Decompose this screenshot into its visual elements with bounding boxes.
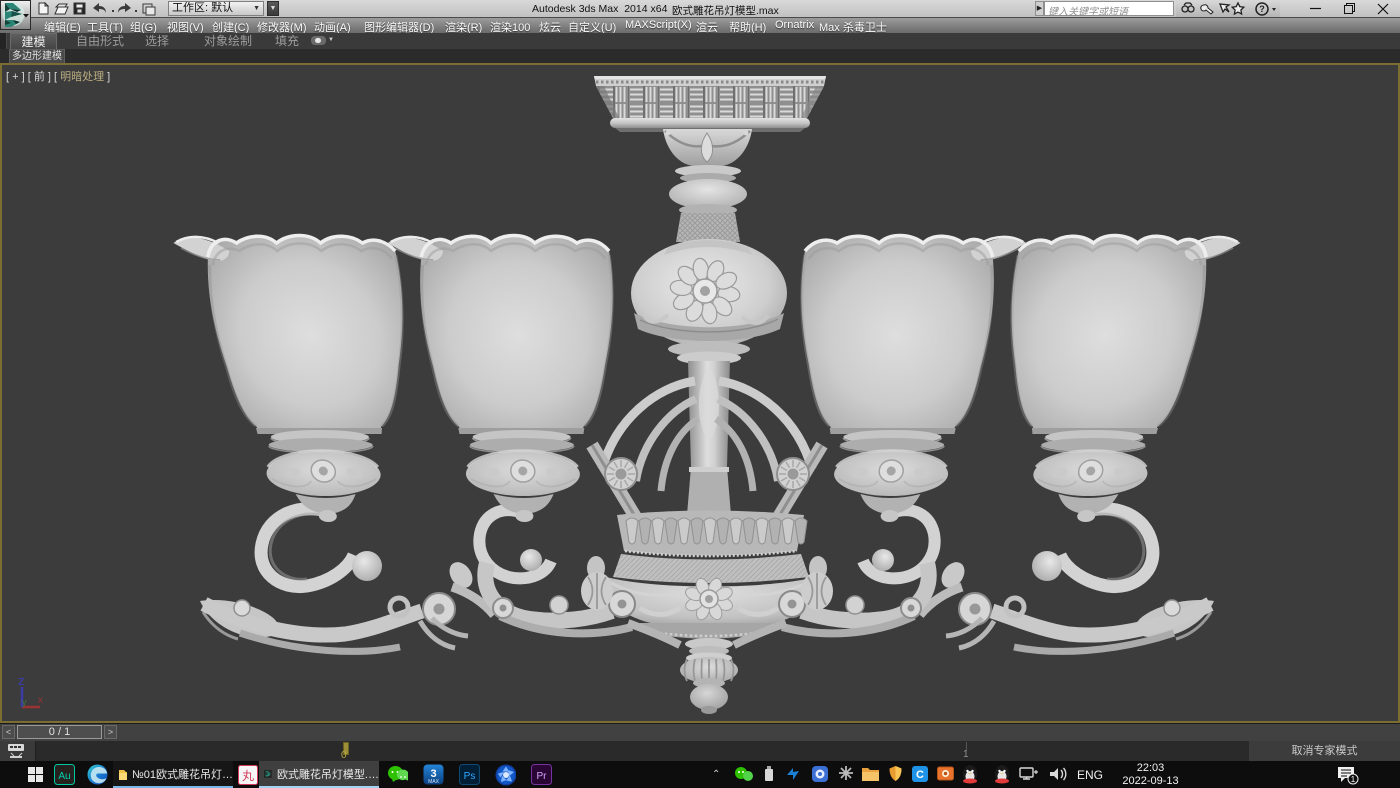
svg-text:y: y — [22, 697, 27, 707]
svg-text:?: ? — [1259, 4, 1265, 14]
svg-text:1: 1 — [1351, 775, 1356, 784]
svg-text:Au: Au — [58, 771, 70, 782]
svg-text:C: C — [916, 769, 924, 781]
svg-text:x: x — [38, 695, 43, 706]
svg-text:丸: 丸 — [241, 769, 253, 783]
svg-text:Ps: Ps — [464, 771, 476, 782]
svg-text:Z: Z — [18, 677, 24, 688]
svg-text:MAX: MAX — [428, 779, 440, 785]
svg-text:Pr: Pr — [537, 771, 548, 782]
